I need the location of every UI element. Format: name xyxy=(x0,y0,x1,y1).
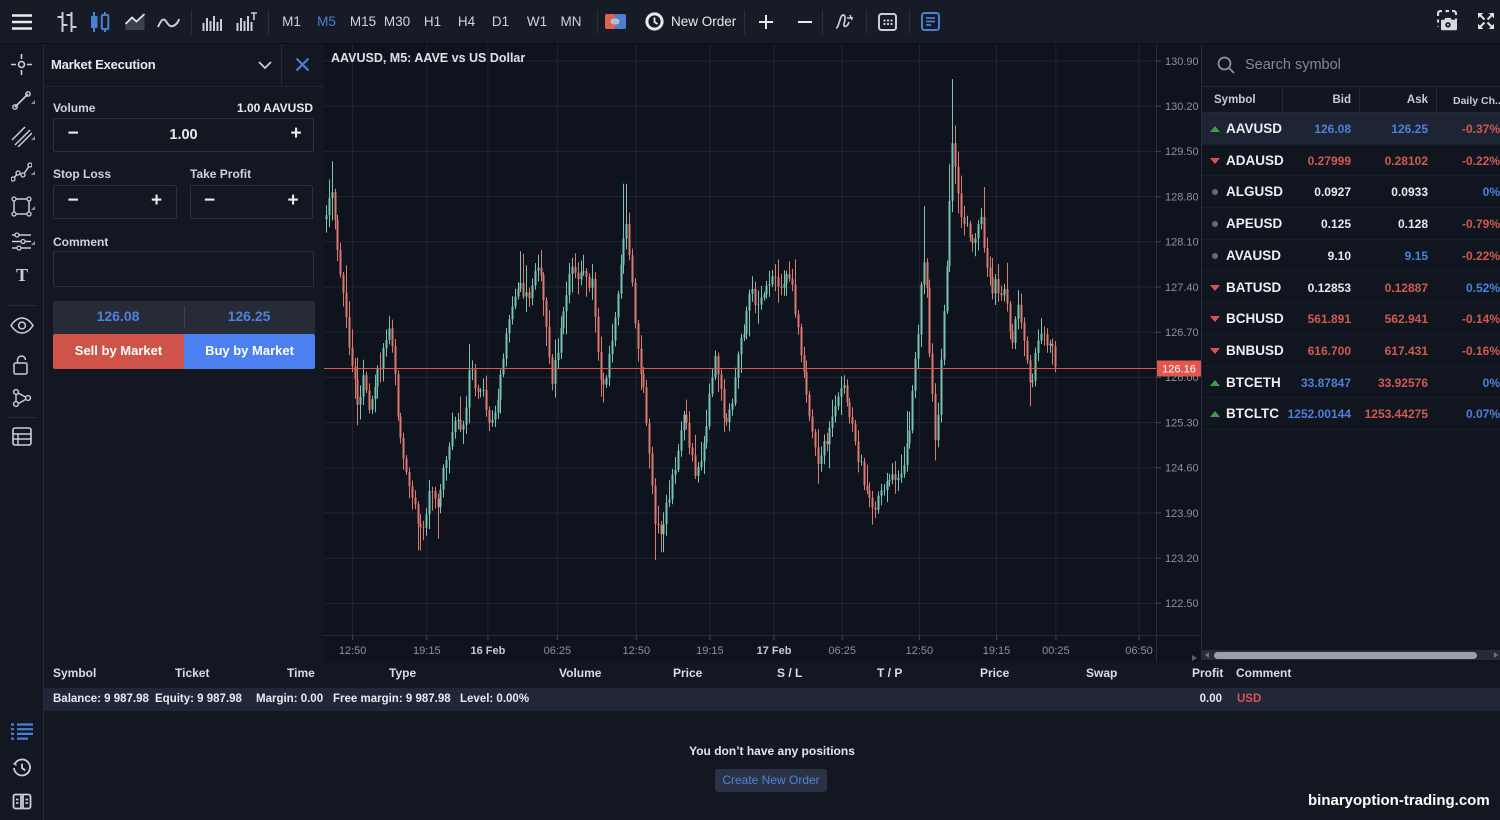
svg-text:123.90: 123.90 xyxy=(1165,508,1199,520)
svg-text:06:25: 06:25 xyxy=(828,645,856,657)
svg-text:128.80: 128.80 xyxy=(1165,191,1199,203)
svg-text:06:25: 06:25 xyxy=(544,645,572,657)
svg-text:122.50: 122.50 xyxy=(1165,598,1199,610)
svg-text:16 Feb: 16 Feb xyxy=(470,645,505,657)
svg-text:129.50: 129.50 xyxy=(1165,146,1199,158)
svg-text:125.30: 125.30 xyxy=(1165,417,1199,429)
svg-text:19:15: 19:15 xyxy=(413,645,441,657)
svg-text:17 Feb: 17 Feb xyxy=(757,645,792,657)
svg-text:19:15: 19:15 xyxy=(696,645,724,657)
svg-text:127.40: 127.40 xyxy=(1165,282,1199,294)
svg-text:128.10: 128.10 xyxy=(1165,237,1199,249)
svg-text:06:50: 06:50 xyxy=(1125,645,1153,657)
svg-text:124.60: 124.60 xyxy=(1165,463,1199,475)
svg-text:AAVUSD, M5: AAVE vs US Dollar: AAVUSD, M5: AAVE vs US Dollar xyxy=(331,51,525,65)
svg-text:12:50: 12:50 xyxy=(339,645,367,657)
svg-text:12:50: 12:50 xyxy=(623,645,651,657)
svg-text:19:15: 19:15 xyxy=(983,645,1011,657)
svg-text:130.90: 130.90 xyxy=(1165,56,1199,68)
svg-text:12:50: 12:50 xyxy=(906,645,934,657)
svg-text:126.16: 126.16 xyxy=(1162,364,1196,376)
svg-text:130.20: 130.20 xyxy=(1165,101,1199,113)
svg-text:123.20: 123.20 xyxy=(1165,553,1199,565)
svg-text:00:25: 00:25 xyxy=(1042,645,1070,657)
svg-text:126.70: 126.70 xyxy=(1165,327,1199,339)
